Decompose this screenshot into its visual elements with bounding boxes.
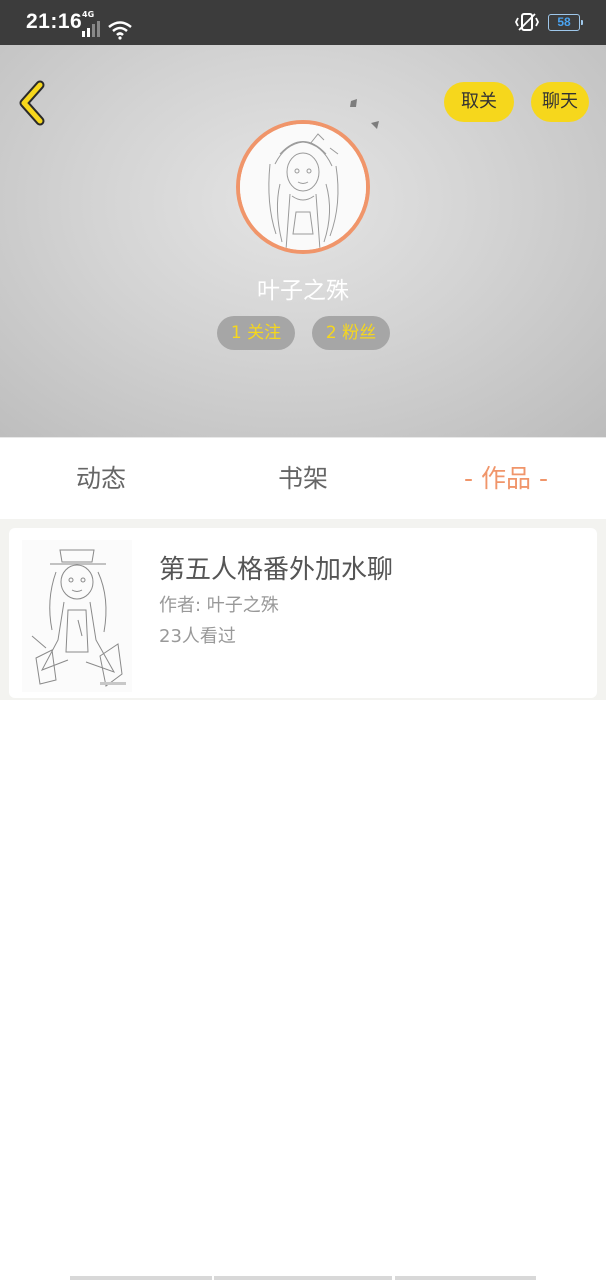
vibrate-icon — [514, 13, 540, 31]
decoration — [350, 99, 379, 129]
nav-indicator — [395, 1276, 536, 1280]
username: 叶子之殊 — [257, 278, 349, 304]
tab-bar: 动态 书架 - 作品 - — [0, 437, 606, 519]
chevron-left-icon — [19, 80, 45, 126]
work-cover — [22, 540, 132, 692]
status-time: 21:16 — [26, 10, 83, 33]
work-card[interactable]: 第五人格番外加水聊 作者: 叶子之殊 23人看过 — [9, 528, 597, 698]
works-list: 第五人格番外加水聊 作者: 叶子之殊 23人看过 — [0, 519, 606, 700]
fans-count[interactable]: 2 粉丝 — [312, 316, 390, 350]
signal-icon: 4G — [82, 10, 104, 41]
avatar[interactable] — [236, 120, 370, 254]
nav-indicator — [70, 1276, 212, 1280]
chat-button[interactable]: 聊天 — [531, 82, 589, 122]
wifi-icon — [108, 21, 132, 40]
work-views: 23人看过 — [159, 626, 236, 647]
work-author: 作者: 叶子之殊 — [159, 595, 279, 616]
avatar-illustration — [240, 124, 366, 250]
unfollow-button[interactable]: 取关 — [444, 82, 514, 122]
profile-header: 取关 聊天 叶子之殊 1 关注 2 粉丝 — [0, 45, 606, 437]
status-bar: 21:16 4G 58 — [0, 0, 606, 45]
tab-bookshelf[interactable]: 书架 — [253, 438, 353, 520]
cover-illustration — [31, 549, 126, 687]
work-title[interactable]: 第五人格番外加水聊 — [159, 549, 393, 586]
nav-indicator — [214, 1276, 392, 1280]
tab-activity[interactable]: 动态 — [51, 438, 151, 520]
following-count[interactable]: 1 关注 — [217, 316, 295, 350]
network-type: 4G — [82, 10, 95, 19]
tab-works[interactable]: - 作品 - — [450, 438, 562, 520]
status-right: 58 — [514, 12, 583, 32]
back-button[interactable] — [10, 78, 56, 128]
battery-icon: 58 — [548, 13, 583, 31]
